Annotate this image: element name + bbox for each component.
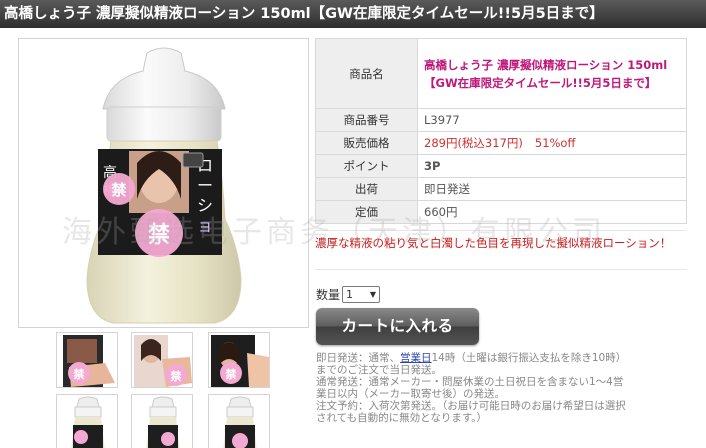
shipping-value: 即日発送: [417, 177, 687, 201]
svg-text:ー: ー: [197, 176, 213, 195]
svg-text:シ: シ: [197, 196, 213, 215]
thumbnail-4[interactable]: [56, 394, 118, 448]
sale-price: 289円(税込317円): [424, 136, 523, 150]
svg-text:禁: 禁: [148, 222, 170, 248]
spec-row-list-price: 定価 660円: [315, 200, 687, 224]
add-to-cart-button[interactable]: カートに入れる: [316, 308, 479, 345]
thumbnail-6[interactable]: [208, 394, 270, 448]
thumbnail-3[interactable]: 禁: [208, 332, 270, 388]
quantity-group: 数量 1 ▼: [316, 286, 381, 303]
shipping-line-1: 即日発送：通常、営業日14時（土曜は銀行振込支払を除き10時）: [316, 352, 627, 364]
shipping-line-2: までのご注文で当日発送。: [316, 364, 442, 376]
spec-row-price: 販売価格 289円(税込317円) 51%off: [315, 131, 687, 155]
quantity-select[interactable]: 1 ▼: [342, 286, 381, 303]
shipping-info: 即日発送：通常、営業日14時（土曜は銀行振込支払を除き10時） までのご注文で当…: [316, 352, 688, 424]
svg-text:禁: 禁: [74, 367, 85, 381]
spec-key: 販売価格: [315, 131, 418, 155]
spec-row-name: 商品名 高橋しょう子 濃厚擬似精液ローション 150ml 【GW在庫限定タイムセ…: [315, 38, 687, 109]
product-title-bar: 高橋しょう子 濃厚擬似精液ローション 150ml【GW在庫限定タイムセール!!5…: [0, 0, 706, 28]
spec-row-sku: 商品番号 L3977: [315, 108, 687, 132]
quantity-label: 数量: [316, 288, 341, 302]
shipping-line-5: 注文予約：入荷次第発送。（お届け可能日時のお届け希望日は選択: [316, 400, 626, 412]
spec-key: 商品番号: [315, 108, 418, 132]
product-name-line1: 高橋しょう子 濃厚擬似精液ローション 150ml: [424, 57, 668, 72]
svg-text:ョ: ョ: [197, 216, 213, 235]
sku-value: L3977: [417, 108, 687, 132]
shipping-line-3: 通常発送：通常メーカー・問屋休業の土日祝日を含まない1〜4営: [316, 376, 624, 388]
shipping-line-4: 業日以内（メーカー取寄せ後）の発送。: [316, 388, 505, 400]
spec-key: 定価: [315, 200, 418, 224]
shipping-line-6: されても自動的に無効となります。）: [316, 412, 488, 424]
quantity-value: 1: [346, 288, 354, 301]
list-price-value: 660円: [417, 200, 687, 224]
svg-text:禁: 禁: [226, 367, 237, 381]
main-product-image[interactable]: 高 橋 ロ ー シ ョ 禁 禁: [18, 38, 309, 328]
svg-text:禁: 禁: [111, 181, 126, 199]
thumbnail-2[interactable]: 禁: [131, 332, 193, 388]
spec-key: 出荷: [315, 177, 418, 201]
product-name-value: 高橋しょう子 濃厚擬似精液ローション 150ml 【GW在庫限定タイムセール!!…: [417, 38, 687, 109]
price-value: 289円(税込317円) 51%off: [417, 131, 687, 155]
svg-text:禁: 禁: [171, 369, 182, 383]
spec-key: 商品名: [315, 38, 418, 109]
thumbnail-1[interactable]: 禁: [56, 332, 118, 388]
spec-row-shipping: 出荷 即日発送: [315, 177, 687, 201]
discount-badge: 51%off: [534, 136, 576, 150]
spec-key: ポイント: [315, 154, 418, 178]
points-value: 3P: [417, 154, 687, 178]
product-description: 濃厚な精液の粘り気と白濁した色目を再現した擬似精液ローション！: [315, 230, 687, 270]
thumbnail-5[interactable]: [131, 394, 193, 448]
spec-row-points: ポイント 3P: [315, 154, 687, 178]
business-day-link[interactable]: 営業日: [400, 352, 432, 364]
product-name-line2: 【GW在庫限定タイムセール!!5月5日まで】: [424, 75, 657, 90]
chevron-down-icon: ▼: [369, 290, 377, 299]
product-spec-table: 商品名 高橋しょう子 濃厚擬似精液ローション 150ml 【GW在庫限定タイムセ…: [315, 38, 687, 224]
